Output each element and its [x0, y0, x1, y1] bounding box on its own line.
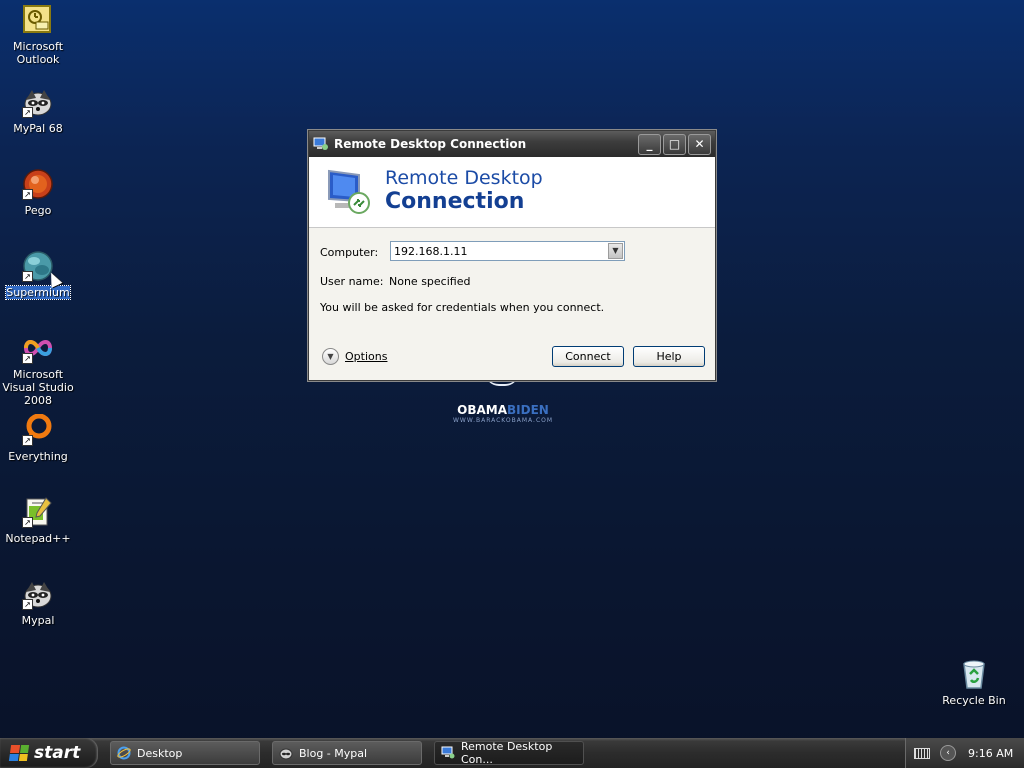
taskbar-button-remote-desktop[interactable]: Remote Desktop Con... [434, 740, 584, 766]
shortcut-arrow-icon: ↗ [22, 517, 33, 528]
system-tray: ‹ 9:16 AM [905, 738, 1024, 768]
desktop-icon-mypal-68[interactable]: ↗ MyPal 68 [0, 86, 78, 135]
desktop-icon-label: Microsoft Visual Studio 2008 [2, 368, 74, 407]
wallpaper-logo: OBAMABIDEN WWW.BARACKOBAMA.COM [448, 403, 558, 424]
username-label: User name: [320, 275, 384, 288]
taskbar-button-label: Desktop [137, 746, 183, 760]
taskbar-button-label: Blog - Mypal [299, 746, 368, 760]
start-label: start [34, 743, 81, 763]
dialog-banner: Remote Desktop Connection [309, 157, 715, 228]
ie-icon [117, 746, 131, 760]
close-button[interactable]: ✕ [688, 133, 711, 155]
desktop-icon-mypal[interactable]: ↗ Mypal [0, 578, 78, 627]
desktop-icon-outlook[interactable]: Microsoft Outlook [0, 4, 78, 66]
chevron-down-icon[interactable]: ▼ [608, 243, 623, 259]
rdc-icon [441, 746, 455, 760]
shortcut-arrow-icon: ↗ [22, 599, 33, 610]
desktop-icon-visual-studio[interactable]: ↗ Microsoft Visual Studio 2008 [0, 332, 78, 407]
taskbar: start Desktop Blog - Mypal Remote Deskto… [0, 738, 1024, 768]
remote-desktop-dialog: Remote Desktop Connection _ □ ✕ Remote D… [308, 130, 716, 381]
desktop-icon-supermium[interactable]: ↗ Supermium [0, 250, 78, 300]
desktop-icon-notepadpp[interactable]: ↗ Notepad++ [0, 496, 78, 545]
taskbar-button-blog-mypal[interactable]: Blog - Mypal [272, 741, 422, 765]
label-wrap: Supermium [0, 285, 78, 300]
shortcut-arrow-icon: ↗ [22, 435, 33, 446]
computer-label: Computer: [320, 246, 379, 259]
keyboard-icon[interactable] [914, 747, 930, 759]
desktop-icon-recycle-bin[interactable]: Recycle Bin [934, 658, 1014, 707]
shortcut-arrow-icon: ↗ [22, 107, 33, 118]
logo-text-obama: OBAMA [457, 403, 508, 417]
desktop-icon-label: Microsoft Outlook [12, 40, 64, 66]
username-value: None specified [389, 275, 471, 288]
minimize-button[interactable]: _ [638, 133, 661, 155]
shortcut-arrow-icon: ↗ [22, 353, 33, 364]
desktop-icon-label: MyPal 68 [13, 122, 63, 135]
desktop-icon-label: Supermium [5, 285, 71, 300]
windows-flag-icon [8, 745, 30, 761]
dialog-content: Computer: 192.168.1.11 ▼ User name: None… [309, 228, 715, 380]
banner-title-line1: Remote Desktop [385, 167, 543, 189]
rdc-icon [313, 137, 329, 151]
shortcut-arrow-icon: ↗ [22, 189, 33, 200]
connect-button[interactable]: Connect [552, 346, 624, 367]
visual-studio-icon: ↗ [22, 332, 54, 364]
computer-input[interactable]: 192.168.1.11 [394, 245, 467, 258]
credentials-info-text: You will be asked for credentials when y… [320, 301, 605, 314]
recycle-bin-icon [958, 658, 990, 690]
desktop-icon-label: Notepad++ [5, 532, 71, 545]
wallpaper-logo-url: WWW.BARACKOBAMA.COM [452, 417, 554, 424]
logo-text-biden: BIDEN [507, 403, 549, 417]
mypal-icon: ↗ [22, 86, 54, 118]
help-button[interactable]: Help [633, 346, 705, 367]
maximize-button[interactable]: □ [663, 133, 686, 155]
outlook-icon [22, 4, 54, 36]
desktop-icon-pego[interactable]: ↗ Pego [0, 168, 78, 217]
shortcut-arrow-icon: ↗ [22, 271, 33, 282]
desktop-icon-label: Mypal [21, 614, 55, 627]
options-toggle[interactable]: ▼ Options [322, 348, 387, 365]
remote-desktop-monitor-icon [325, 165, 377, 217]
banner-title-line2: Connection [385, 189, 525, 214]
mypal-icon [279, 746, 293, 760]
options-label: Options [345, 350, 388, 363]
notepadpp-icon: ↗ [22, 496, 54, 528]
pego-icon: ↗ [22, 168, 54, 200]
dialog-title: Remote Desktop Connection [334, 137, 527, 151]
taskbar-button-desktop[interactable]: Desktop [110, 741, 260, 765]
mypal-icon: ↗ [22, 578, 54, 610]
everything-icon: ↗ [22, 413, 54, 446]
start-button[interactable]: start [0, 738, 98, 768]
computer-combobox[interactable]: 192.168.1.11 ▼ [390, 241, 625, 261]
clock[interactable]: 9:16 AM [968, 747, 1013, 760]
taskbar-button-label: Remote Desktop Con... [461, 740, 553, 766]
desktop-icon-everything[interactable]: ↗ Everything [0, 413, 78, 463]
desktop-icon-label: Recycle Bin [942, 694, 1006, 707]
desktop-icon-label: Pego [24, 204, 52, 217]
tray-expand-icon[interactable]: ‹ [940, 745, 956, 761]
wallpaper-logo-text: OBAMABIDEN [448, 403, 558, 417]
expand-chevron-icon: ▼ [322, 348, 339, 365]
dialog-titlebar[interactable]: Remote Desktop Connection _ □ ✕ [309, 131, 715, 157]
desktop-icon-label: Everything [8, 450, 68, 463]
